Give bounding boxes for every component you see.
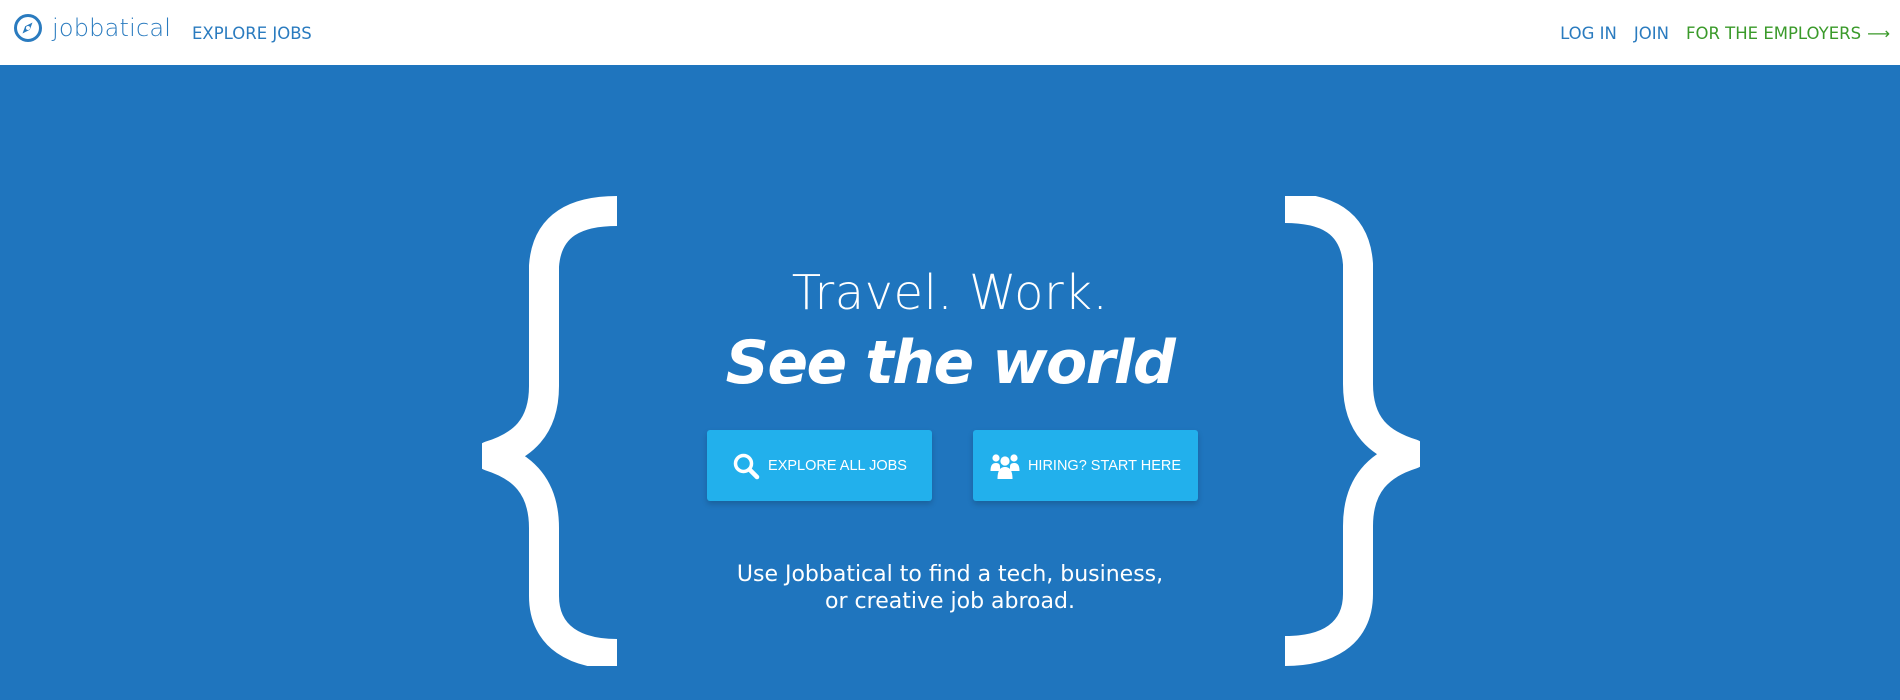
headline-see-the-world: See the world (725, 328, 1176, 398)
hero-section: Travel. Work. See the world EXPLORE ALL … (0, 65, 1900, 700)
nav-login-link[interactable]: LOG IN (1560, 24, 1617, 44)
hiring-start-here-button[interactable]: HIRING? START HERE (973, 430, 1198, 501)
nav-join-link[interactable]: JOIN (1634, 24, 1669, 44)
hiring-start-here-label: HIRING? START HERE (1027, 457, 1182, 474)
hero-description: Use Jobbatical to find a tech, business,… (0, 561, 1900, 615)
nav-employers-link[interactable]: FOR THE EMPLOYERS ⟶ (1686, 24, 1890, 44)
nav-right-group: LOG IN JOIN FOR THE EMPLOYERS ⟶ (1560, 24, 1890, 44)
hero-description-line-2: or creative job abroad. (825, 589, 1075, 614)
nav-employers-label: FOR THE EMPLOYERS (1685, 24, 1862, 43)
explore-all-jobs-label: EXPLORE ALL JOBS (768, 457, 907, 474)
nav-explore-jobs-link[interactable]: EXPLORE JOBS (192, 24, 312, 44)
logo-link[interactable]: jobbatical (13, 13, 171, 43)
compass-icon (14, 14, 42, 42)
explore-all-jobs-button[interactable]: EXPLORE ALL JOBS (707, 430, 932, 501)
arrow-right-icon: ⟶ (1867, 24, 1890, 43)
hero-description-line-1: Use Jobbatical to find a tech, business, (736, 562, 1164, 587)
logo-text: jobbatical (52, 14, 172, 42)
group-icon (990, 453, 1020, 479)
search-icon (733, 453, 760, 479)
top-navigation-bar: jobbatical EXPLORE JOBS LOG IN JOIN FOR … (0, 0, 1900, 65)
headline-travel-work: Travel. Work. (791, 265, 1109, 321)
